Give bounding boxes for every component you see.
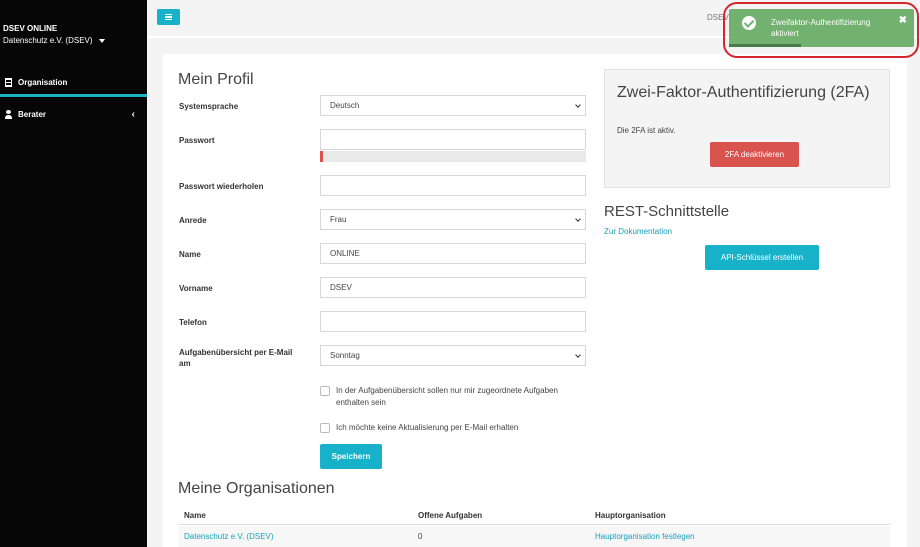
caret-down-icon: [98, 38, 105, 43]
tfa-deactivate-button[interactable]: 2FA deaktivieren: [710, 142, 799, 167]
assigned-only-label: In der Aufgabenübersicht sollen nur mir …: [336, 386, 558, 407]
salutation-value: Frau: [330, 215, 347, 224]
name-value: ONLINE: [330, 249, 360, 258]
brand-title: DSEV ONLINE: [3, 24, 58, 33]
no-updates-label: Ich möchte keine Aktualisierung per E-Ma…: [336, 423, 519, 432]
org-name-link[interactable]: Datenschutz e.V. (DSEV): [184, 532, 274, 541]
organisations-table-header: Name Offene Aufgaben Hauptorganisation: [178, 505, 890, 525]
set-main-org-link[interactable]: Hauptorganisation festlegen: [595, 532, 695, 541]
sidebar-item-label: Berater: [18, 109, 47, 119]
password-input[interactable]: [320, 129, 586, 150]
hamburger-icon: [165, 13, 172, 15]
table-row: Datenschutz e.V. (DSEV) 0 Hauptorganisat…: [178, 526, 890, 547]
name-input[interactable]: ONLINE: [320, 243, 586, 264]
sidebar: DSEV ONLINE Datenschutz e.V. (DSEV) Orga…: [0, 0, 147, 547]
name-label: Name: [179, 250, 201, 259]
language-value: Deutsch: [330, 101, 360, 110]
annotation-highlight: [723, 2, 919, 58]
profile-title: Mein Profil: [178, 71, 254, 88]
tfa-status: Die 2FA ist aktiv.: [617, 126, 676, 135]
org-switcher-label: Datenschutz e.V. (DSEV): [3, 36, 93, 45]
language-label: Systemsprache: [179, 102, 239, 111]
password-label: Passwort: [179, 136, 215, 145]
building-icon: [5, 77, 12, 87]
sidebar-item-organisation[interactable]: Organisation: [0, 70, 147, 97]
organisations-title: Meine Organisationen: [178, 480, 335, 497]
tfa-title: Zwei-Faktor-Authentifizierung (2FA): [617, 84, 870, 101]
column-header-open-tasks: Offene Aufgaben: [418, 511, 483, 520]
password-repeat-label: Passwort wiederholen: [179, 182, 264, 191]
digest-label: Aufgabenübersicht per E-Mail am: [179, 348, 293, 368]
firstname-value: DSEV: [330, 283, 352, 292]
column-header-name: Name: [184, 511, 206, 520]
password-repeat-input[interactable]: [320, 175, 586, 196]
rest-title: REST-Schnittstelle: [604, 203, 730, 220]
chevron-left-icon: ‹: [131, 108, 135, 120]
salutation-select[interactable]: Frau: [320, 209, 586, 230]
menu-toggle-button[interactable]: [157, 9, 180, 25]
user-icon: [5, 109, 12, 119]
digest-value: Sonntag: [330, 351, 360, 360]
sidebar-item-berater[interactable]: Berater ‹: [0, 103, 147, 125]
firstname-label: Vorname: [179, 284, 213, 293]
digest-select[interactable]: Sonntag: [320, 345, 586, 366]
password-strength-meter: [320, 151, 586, 162]
assigned-only-checkbox-row[interactable]: In der Aufgabenübersicht sollen nur mir …: [320, 385, 560, 409]
create-api-key-button[interactable]: API-Schlüssel erstellen: [705, 245, 819, 270]
sidebar-item-label: Organisation: [18, 77, 68, 87]
salutation-label: Anrede: [179, 216, 207, 225]
open-tasks-count: 0: [418, 532, 423, 541]
phone-input[interactable]: [320, 311, 586, 332]
language-select[interactable]: Deutsch: [320, 95, 586, 116]
assigned-only-checkbox[interactable]: [320, 386, 330, 396]
firstname-input[interactable]: DSEV: [320, 277, 586, 298]
no-updates-checkbox-row[interactable]: Ich möchte keine Aktualisierung per E-Ma…: [320, 422, 580, 434]
phone-label: Telefon: [179, 318, 207, 327]
save-button[interactable]: Speichern: [320, 444, 382, 469]
documentation-link[interactable]: Zur Dokumentation: [604, 227, 672, 236]
org-switcher[interactable]: Datenschutz e.V. (DSEV): [3, 36, 105, 45]
tfa-card: Zwei-Faktor-Authentifizierung (2FA) Die …: [604, 69, 890, 188]
column-header-main-org: Hauptorganisation: [595, 511, 666, 520]
no-updates-checkbox[interactable]: [320, 423, 330, 433]
